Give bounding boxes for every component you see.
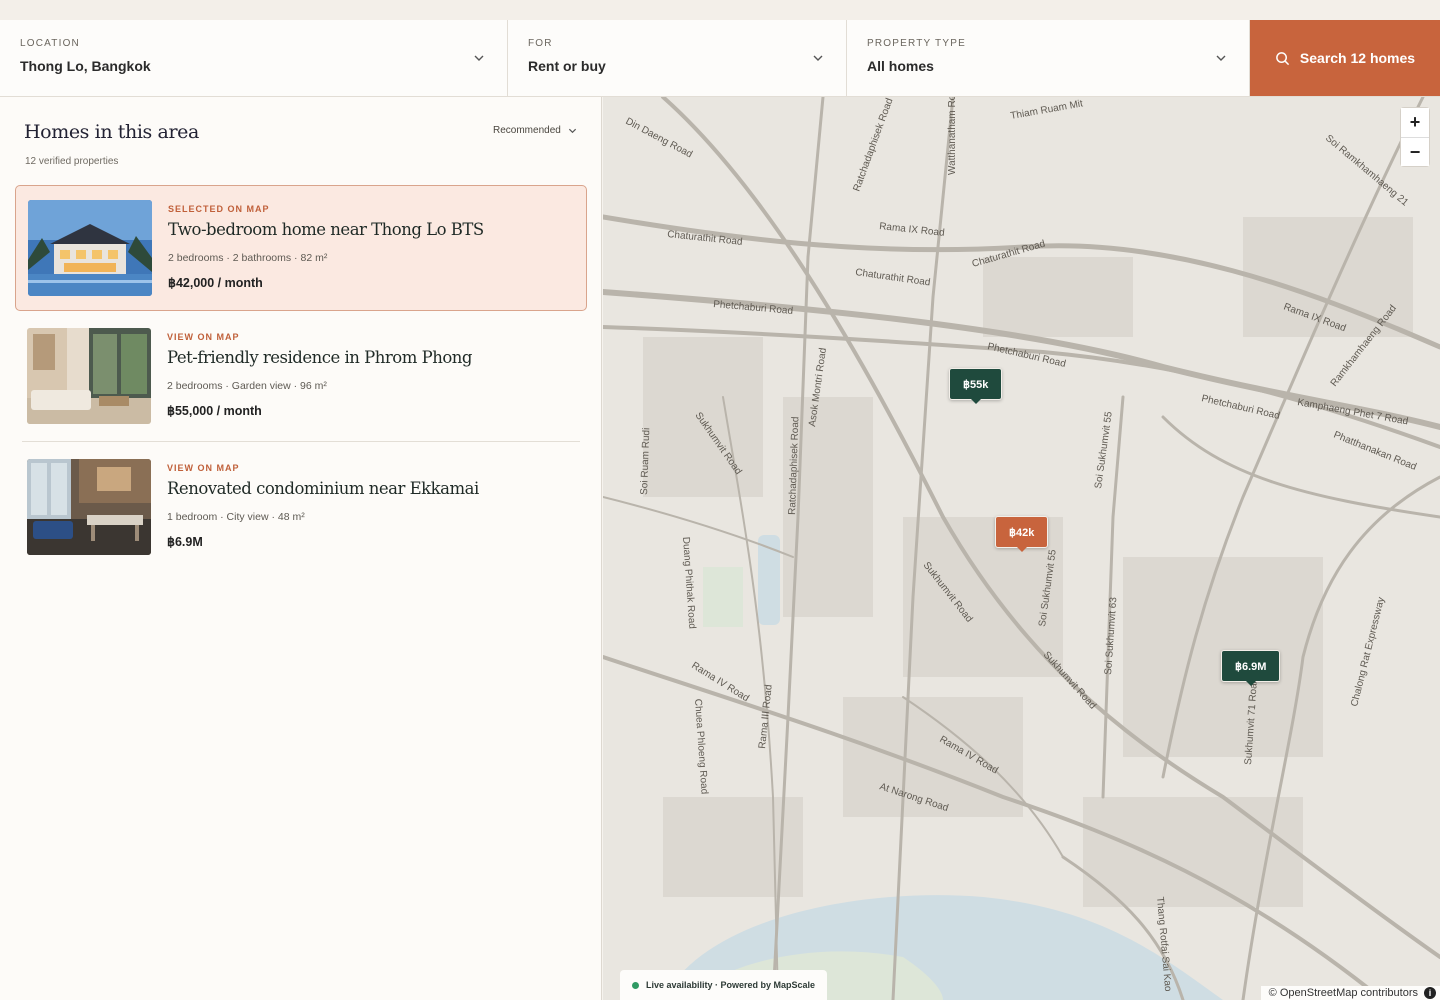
- listing-photo: [27, 459, 151, 555]
- live-dot-icon: [632, 981, 639, 989]
- zoom-control: + −: [1400, 107, 1430, 167]
- map-view[interactable]: Din Daeng Road Ratchadaphisek Road Watth…: [603, 97, 1440, 1000]
- listing-photo: [28, 200, 152, 296]
- live-availability-badge: Live availability · Powered by MapScale: [620, 970, 828, 1000]
- pin-price: ฿6.9M: [1235, 660, 1267, 673]
- listing-meta: 2 bedrooms · 2 bathrooms · 82 m²: [168, 252, 328, 264]
- for-value: Rent or buy: [528, 58, 606, 74]
- pin-price: ฿42k: [1009, 526, 1035, 539]
- map-attribution[interactable]: © OpenStreetMap contributors i: [1260, 986, 1440, 1000]
- listing-card[interactable]: SELECTED ON MAP Two-bedroom home near Th…: [15, 185, 587, 311]
- map-pin-6-9m[interactable]: ฿6.9M: [1221, 650, 1281, 686]
- pin-price: ฿55k: [963, 378, 989, 391]
- sort-label: Recommended: [493, 125, 561, 136]
- attribution-text: © OpenStreetMap contributors: [1268, 987, 1418, 999]
- listing-tag: VIEW ON MAP: [167, 332, 240, 342]
- listing-price: ฿6.9M: [167, 535, 203, 549]
- chevron-down-icon: [474, 55, 484, 61]
- search-bar: LOCATION Thong Lo, Bangkok FOR Rent or b…: [0, 20, 1440, 97]
- property-type-field[interactable]: PROPERTY TYPE All homes: [847, 20, 1250, 96]
- listing-price: ฿42,000 / month: [168, 276, 263, 290]
- zoom-out-button[interactable]: −: [1401, 137, 1429, 166]
- listing-tag: SELECTED ON MAP: [168, 204, 270, 214]
- chevron-down-icon: [813, 55, 823, 61]
- listing-card[interactable]: VIEW ON MAP Pet-friendly residence in Ph…: [15, 314, 587, 440]
- panel-title: Homes in this area: [24, 121, 199, 143]
- listing-price: ฿55,000 / month: [167, 404, 262, 418]
- listing-title[interactable]: Two-bedroom home near Thong Lo BTS: [168, 220, 484, 239]
- for-field[interactable]: FOR Rent or buy: [508, 20, 847, 96]
- listing-title[interactable]: Renovated condominium near Ekkamai: [167, 479, 479, 498]
- property-type-value: All homes: [867, 58, 934, 74]
- property-type-label: PROPERTY TYPE: [867, 38, 966, 49]
- listing-meta: 2 bedrooms · Garden view · 96 m²: [167, 380, 327, 392]
- listing-photo: [27, 328, 151, 424]
- road-label: Soi Ruam Rudi: [639, 427, 652, 495]
- listing-meta: 1 bedroom · City view · 48 m²: [167, 511, 305, 523]
- chevron-down-icon: [568, 128, 576, 134]
- live-badge-text: Live availability · Powered by MapScale: [646, 980, 816, 990]
- location-value: Thong Lo, Bangkok: [20, 58, 151, 74]
- location-label: LOCATION: [20, 38, 80, 49]
- listing-tag: VIEW ON MAP: [167, 463, 240, 473]
- road-label: Watthanatham Road: [947, 97, 958, 175]
- listing-title[interactable]: Pet-friendly residence in Phrom Phong: [167, 348, 472, 367]
- chevron-down-icon: [1216, 55, 1226, 61]
- zoom-in-button[interactable]: +: [1401, 108, 1429, 137]
- top-strip: [0, 0, 1440, 20]
- for-label: FOR: [528, 38, 553, 49]
- list-divider: [22, 441, 580, 442]
- panel-subtitle: 12 verified properties: [25, 156, 119, 167]
- info-icon[interactable]: i: [1424, 987, 1436, 999]
- map-pin-42k[interactable]: ฿42k: [995, 516, 1049, 552]
- listings-panel: Homes in this area 12 verified propertie…: [0, 97, 602, 1000]
- search-button-label: Search 12 homes: [1299, 50, 1416, 66]
- search-icon: [1276, 51, 1290, 65]
- search-button[interactable]: Search 12 homes: [1250, 20, 1440, 96]
- sort-dropdown[interactable]: Recommended: [493, 125, 577, 136]
- location-field[interactable]: LOCATION Thong Lo, Bangkok: [0, 20, 508, 96]
- listing-card[interactable]: VIEW ON MAP Renovated condominium near E…: [15, 445, 587, 571]
- map-pin-55k[interactable]: ฿55k: [949, 368, 1003, 404]
